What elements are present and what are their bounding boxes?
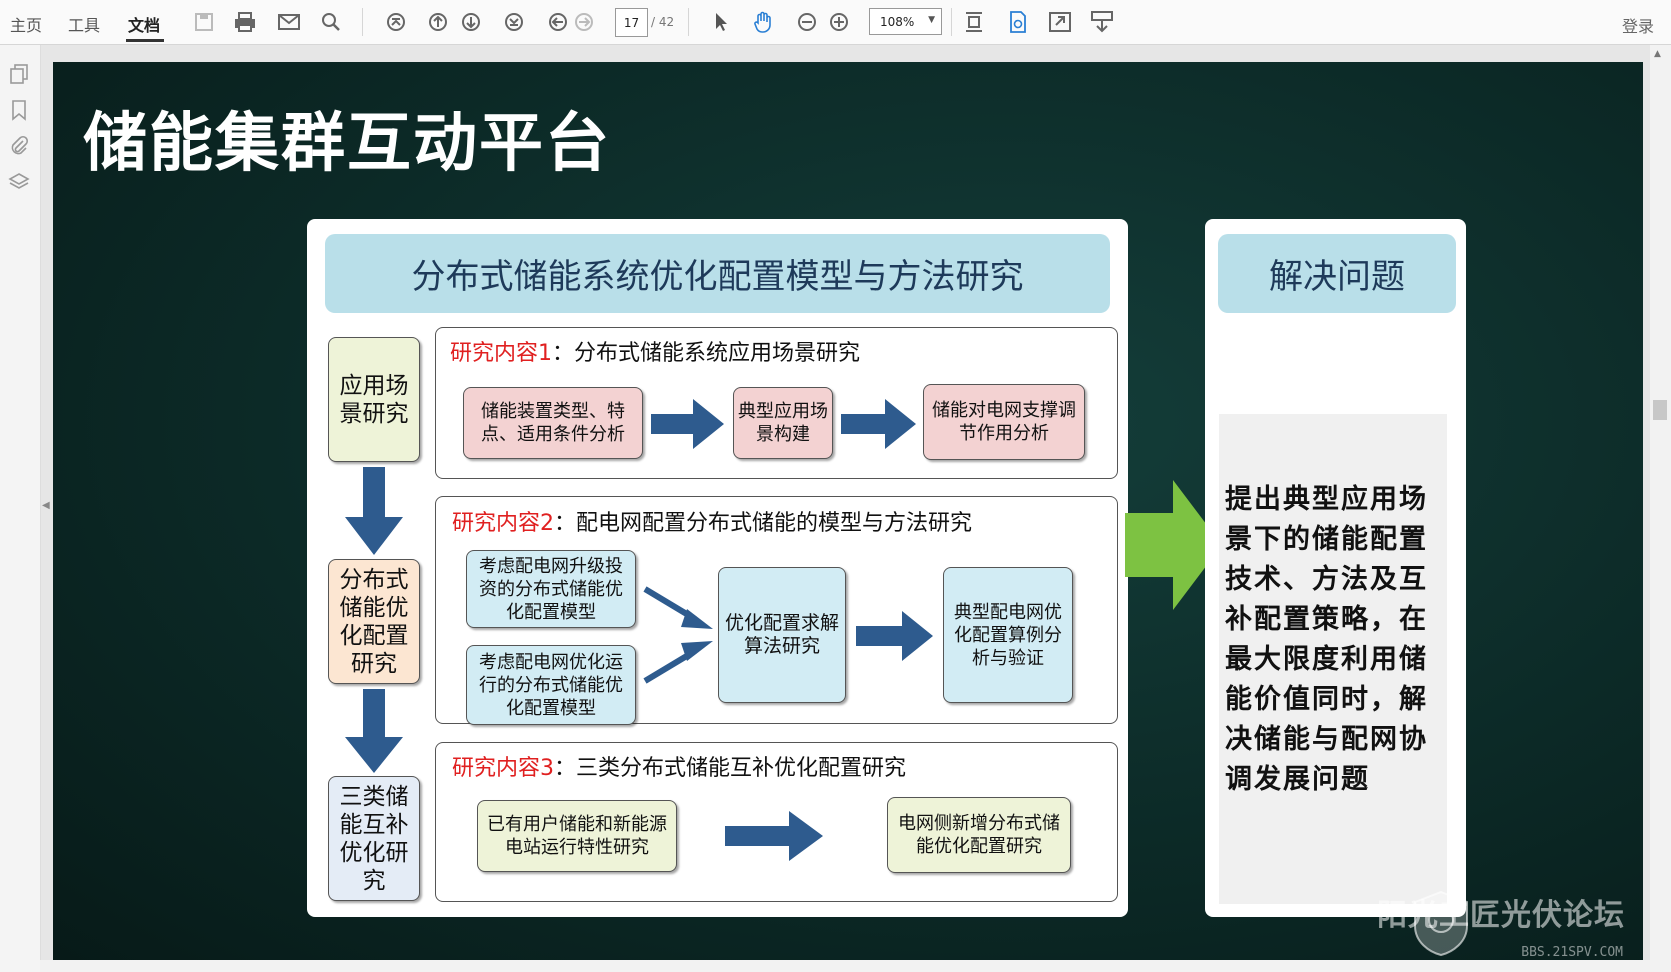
down-arrow [345, 467, 403, 555]
back-icon[interactable] [546, 10, 570, 34]
slide: 储能集群互动平台 分布式储能系统优化配置模型与方法研究 应用场景研究 分布式储能… [53, 62, 1643, 960]
menu-tools[interactable]: 工具 [68, 12, 100, 36]
diagonal-arrow-down [643, 586, 713, 629]
solution-header: 解决问题 [1218, 234, 1456, 313]
first-page-icon[interactable] [384, 10, 408, 34]
layers-icon[interactable] [8, 171, 30, 193]
research-label-2: 研究内容2 [452, 511, 554, 536]
zoom-out-icon[interactable] [795, 10, 819, 34]
menu-home[interactable]: 主页 [10, 12, 42, 36]
vertical-scrollbar[interactable]: ▲ [1650, 45, 1671, 972]
zoom-in-icon[interactable] [827, 10, 851, 34]
select-cursor-icon[interactable] [709, 10, 733, 34]
active-menu-underline [126, 39, 164, 42]
forum-watermark: 阳光工匠光伏论坛 [1377, 898, 1625, 933]
scroll-up-icon[interactable]: ▲ [1654, 49, 1661, 59]
stage-application-scenario: 应用场景研究 [328, 337, 420, 462]
research-title-3: 研究内容3：三类分布式储能互补优化配置研究 [452, 750, 906, 782]
horizontal-scrollbar[interactable] [40, 960, 1650, 972]
menu-document[interactable]: 文档 [128, 12, 160, 36]
main-header: 分布式储能系统优化配置模型与方法研究 [325, 234, 1110, 313]
toolbar-separator [688, 8, 689, 36]
toolbar: 主页 工具 文档 17 / 42 108% ▼ 登录 [0, 0, 1671, 45]
forum-watermark-url: BBS.21SPV.COM [1521, 945, 1623, 960]
slide-title: 储能集群互动平台 [83, 107, 611, 181]
right-arrow [841, 399, 916, 449]
last-page-icon[interactable] [502, 10, 526, 34]
hand-tool-icon[interactable] [751, 10, 775, 34]
fit-page-icon[interactable] [962, 10, 986, 34]
left-sidebar: ◀ [0, 45, 50, 972]
right-arrow [651, 399, 724, 449]
print-icon[interactable] [233, 10, 257, 34]
stage-storage-optimization: 分布式储能优化配置研究 [328, 559, 420, 684]
bookmark-icon[interactable] [8, 99, 30, 121]
research-title-text-1: ：分布式储能系统应用场景研究 [552, 341, 861, 366]
box-upgrade-model: 考虑配电网升级投资的分布式储能优化配置模型 [466, 550, 636, 628]
box-user-storage: 已有用户储能和新能源电站运行特性研究 [477, 800, 677, 872]
zoom-value: 108% [880, 14, 915, 29]
right-arrow [856, 611, 933, 661]
solution-text: 提出典型应用场景下的储能配置技术、方法及互补配置策略，在最大限度利用储能价值同时… [1225, 484, 1428, 795]
forward-icon[interactable] [572, 10, 596, 34]
email-icon[interactable] [277, 10, 301, 34]
toolbar-separator [362, 8, 363, 36]
search-icon[interactable] [319, 10, 343, 34]
save-icon[interactable] [192, 10, 216, 34]
toolbar-separator [951, 8, 952, 36]
prev-page-icon[interactable] [426, 10, 450, 34]
page-number-input[interactable]: 17 [615, 8, 648, 37]
right-arrow [725, 811, 823, 861]
fullscreen-icon[interactable] [1048, 10, 1072, 34]
research-title-2: 研究内容2：配电网配置分布式储能的模型与方法研究 [452, 505, 972, 537]
collapse-sidebar-icon[interactable]: ◀ [42, 500, 50, 511]
diagonal-arrow-up [643, 641, 713, 684]
download-icon[interactable] [1090, 10, 1114, 34]
research-label-1: 研究内容1 [450, 341, 552, 366]
rotate-page-icon[interactable] [1006, 10, 1030, 34]
research-title-text-3: ：三类分布式储能互补优化配置研究 [554, 756, 907, 781]
box-operation-model: 考虑配电网优化运行的分布式储能优化配置模型 [466, 645, 636, 725]
down-arrow [345, 689, 403, 773]
box-device-analysis: 储能装置类型、特点、适用条件分析 [463, 387, 643, 459]
box-case-verification: 典型配电网优化配置算例分析与验证 [943, 567, 1073, 703]
research-title-text-2: ：配电网配置分布式储能的模型与方法研究 [554, 511, 973, 536]
box-solver-algorithm: 优化配置求解算法研究 [718, 567, 846, 703]
chevron-down-icon: ▼ [928, 15, 935, 25]
page-total: / 42 [651, 15, 675, 29]
pages-panel-icon[interactable] [8, 63, 30, 85]
research-title-1: 研究内容1：分布式储能系统应用场景研究 [450, 335, 860, 367]
scrollbar-thumb[interactable] [1653, 400, 1667, 420]
box-grid-support: 储能对电网支撑调节作用分析 [923, 384, 1085, 460]
box-typical-scenario: 典型应用场景构建 [733, 387, 833, 459]
login-link[interactable]: 登录 [1622, 13, 1654, 37]
stage-complementary-optimization: 三类储能互补优化研究 [328, 776, 420, 901]
zoom-select[interactable]: 108% ▼ [869, 8, 942, 35]
research-label-3: 研究内容3 [452, 756, 554, 781]
next-page-icon[interactable] [459, 10, 483, 34]
attachment-icon[interactable] [8, 135, 30, 157]
box-grid-side-storage: 电网侧新增分布式储能优化配置研究 [887, 797, 1071, 873]
